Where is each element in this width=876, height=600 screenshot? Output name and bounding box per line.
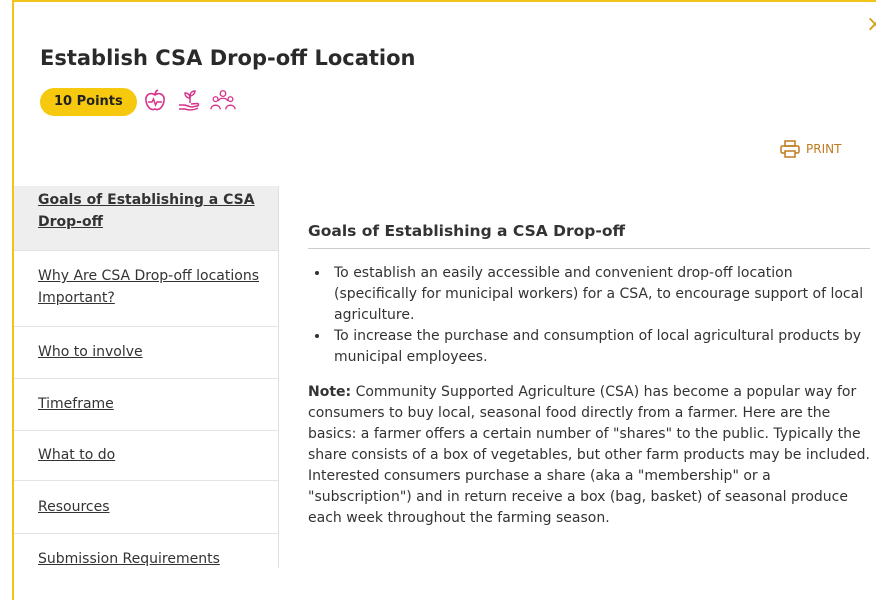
section-nav: Goals of Establishing a CSA Drop-off Why… bbox=[14, 186, 279, 568]
nav-item-resources[interactable]: Resources bbox=[14, 481, 278, 534]
main-content: Goals of Establishing a CSA Drop-off To … bbox=[308, 186, 870, 529]
community-people-icon bbox=[210, 90, 236, 110]
print-label: PRINT bbox=[806, 142, 842, 156]
nav-item-goals[interactable]: Goals of Establishing a CSA Drop-off bbox=[14, 186, 278, 251]
printer-icon bbox=[780, 140, 800, 158]
print-button[interactable]: PRINT bbox=[780, 140, 841, 158]
nav-item-timeframe[interactable]: Timeframe bbox=[14, 379, 278, 431]
nav-item-what-to-do[interactable]: What to do bbox=[14, 431, 278, 481]
points-badge: 10 Points bbox=[40, 88, 137, 116]
hand-sprout-icon bbox=[179, 90, 200, 111]
goals-list: To establish an easily accessible and co… bbox=[308, 263, 870, 368]
page-title: Establish CSA Drop-off Location bbox=[40, 46, 416, 70]
close-icon[interactable]: × bbox=[866, 14, 876, 36]
note-text: Community Supported Agriculture (CSA) ha… bbox=[308, 384, 870, 526]
list-item: To increase the purchase and consumption… bbox=[330, 326, 870, 368]
section-title: Goals of Establishing a CSA Drop-off bbox=[308, 222, 870, 249]
nav-item-submission-requirements[interactable]: Submission Requirements bbox=[14, 534, 278, 568]
note-label: Note: bbox=[308, 384, 352, 400]
nav-item-who-to-involve[interactable]: Who to involve bbox=[14, 327, 278, 379]
list-item: To establish an easily accessible and co… bbox=[330, 263, 870, 326]
apple-health-icon bbox=[145, 89, 165, 111]
note-paragraph: Note: Community Supported Agriculture (C… bbox=[308, 382, 870, 529]
nav-item-why-important[interactable]: Why Are CSA Drop-off locations Important… bbox=[14, 251, 278, 327]
